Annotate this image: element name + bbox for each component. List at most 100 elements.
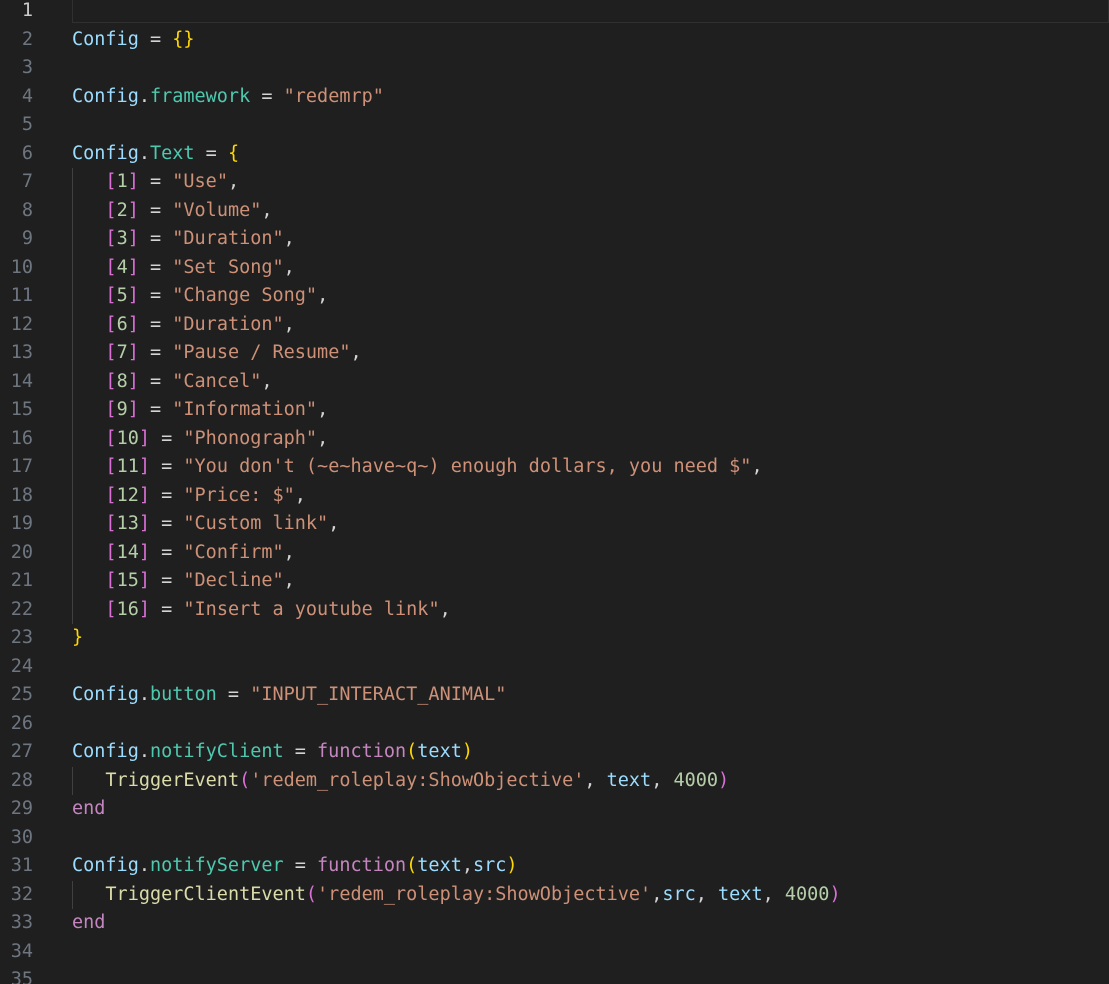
token: ] bbox=[127, 285, 139, 306]
token: = bbox=[250, 85, 284, 107]
code-text: end bbox=[72, 795, 105, 824]
code-text: [1] = "Use", bbox=[72, 168, 239, 197]
code-line[interactable]: 1 bbox=[0, 0, 1109, 26]
line-number: 22 bbox=[10, 598, 33, 620]
token: "Change Song" bbox=[172, 285, 318, 306]
token: [ bbox=[105, 427, 117, 449]
token: ] bbox=[138, 570, 150, 591]
line-number: 21 bbox=[10, 570, 33, 591]
code-line[interactable]: 15 [9] = "Information", bbox=[0, 396, 1109, 425]
token: {} bbox=[172, 28, 195, 50]
token: "Insert a youtube link" bbox=[183, 598, 440, 620]
token: [ bbox=[105, 228, 117, 249]
code-line[interactable]: 30 bbox=[0, 824, 1109, 853]
code-line[interactable]: 27 Config.notifyClient = function(text) bbox=[0, 738, 1109, 767]
code-line[interactable]: 9 [3] = "Duration", bbox=[0, 225, 1109, 254]
code-line[interactable]: 22 [16] = "Insert a youtube link", bbox=[0, 596, 1109, 625]
code-line[interactable]: 17 [11] = "You don't (~e~have~q~) enough… bbox=[0, 453, 1109, 482]
line-number: 28 bbox=[10, 769, 33, 791]
token: text bbox=[417, 855, 462, 876]
code-line[interactable]: 20 [14] = "Confirm", bbox=[0, 539, 1109, 568]
code-text: TriggerClientEvent('redem_roleplay:ShowO… bbox=[72, 881, 841, 910]
token: , bbox=[227, 171, 240, 192]
code-line[interactable]: 10 [4] = "Set Song", bbox=[0, 254, 1109, 283]
token: "Confirm" bbox=[183, 541, 284, 563]
token: [ bbox=[105, 199, 117, 221]
token: src bbox=[662, 883, 696, 905]
line-number: 3 bbox=[21, 57, 33, 78]
code-line[interactable]: 33 end bbox=[0, 909, 1109, 938]
code-text: Config.button = "INPUT_INTERACT_ANIMAL" bbox=[72, 681, 506, 710]
code-line[interactable]: 26 bbox=[0, 710, 1109, 739]
token: 3 bbox=[116, 228, 128, 249]
code-line[interactable]: 23} bbox=[0, 624, 1109, 653]
token: 13 bbox=[116, 513, 139, 534]
code-line[interactable]: 12 [6] = "Duration", bbox=[0, 311, 1109, 340]
code-line[interactable]: 24 bbox=[0, 653, 1109, 682]
token: "Cancel" bbox=[172, 370, 262, 392]
code-line[interactable]: 25 Config.button = "INPUT_INTERACT_ANIMAL… bbox=[0, 681, 1109, 710]
code-line[interactable]: 34 bbox=[0, 938, 1109, 967]
code-line[interactable]: 14 [8] = "Cancel", bbox=[0, 368, 1109, 397]
code-line[interactable]: 13 [7] = "Pause / Resume", bbox=[0, 339, 1109, 368]
line-number: 35 bbox=[10, 969, 33, 984]
code-line[interactable]: 21 [15] = "Decline", bbox=[0, 567, 1109, 596]
token: [ bbox=[105, 370, 117, 392]
token: ] bbox=[138, 598, 150, 620]
token: Text bbox=[149, 142, 195, 164]
token: framework bbox=[149, 85, 251, 107]
code-line[interactable]: 28 TriggerEvent('redem_roleplay:ShowObje… bbox=[0, 767, 1109, 796]
code-line[interactable]: 11 [5] = "Change Song", bbox=[0, 282, 1109, 311]
code-line[interactable]: 35 bbox=[0, 966, 1109, 984]
token: [ bbox=[105, 598, 117, 620]
token: "INPUT_INTERACT_ANIMAL" bbox=[250, 684, 507, 705]
token: , bbox=[283, 570, 295, 591]
code-line[interactable]: 2 Config = {} bbox=[0, 26, 1109, 55]
code-line[interactable]: 4 Config.framework = "redemrp" bbox=[0, 83, 1109, 112]
code-text: Config.Text = { bbox=[72, 140, 239, 169]
token: "Information" bbox=[172, 399, 318, 420]
code-line[interactable]: 31 Config.notifyServer = function(text,sr… bbox=[0, 852, 1109, 881]
token: , bbox=[328, 513, 340, 534]
token: , bbox=[651, 769, 674, 791]
code-line[interactable]: 29 end bbox=[0, 795, 1109, 824]
code-line[interactable]: 5 bbox=[0, 111, 1109, 140]
token: 10 bbox=[116, 427, 139, 449]
line-number: 5 bbox=[21, 114, 33, 135]
code-line[interactable]: 3 bbox=[0, 54, 1109, 83]
token: , bbox=[350, 342, 362, 363]
line-number: 12 bbox=[10, 313, 33, 335]
token: ( bbox=[406, 855, 418, 876]
code-line[interactable]: 32 TriggerClientEvent('redem_roleplay:Sh… bbox=[0, 881, 1109, 910]
token: = bbox=[138, 342, 173, 363]
token: = bbox=[149, 484, 184, 506]
line-number: 6 bbox=[21, 142, 33, 164]
code-line[interactable]: 19 [13] = "Custom link", bbox=[0, 510, 1109, 539]
code-line[interactable]: 8 [2] = "Volume", bbox=[0, 197, 1109, 226]
line-number: 20 bbox=[10, 541, 33, 563]
line-number: 29 bbox=[10, 798, 33, 819]
code-line[interactable]: 6 Config.Text = { bbox=[0, 140, 1109, 169]
token: ] bbox=[127, 313, 139, 335]
token: TriggerClientEvent bbox=[105, 883, 306, 905]
code-line[interactable]: 7 [1] = "Use", bbox=[0, 168, 1109, 197]
token: , bbox=[283, 256, 295, 278]
line-number: 23 bbox=[10, 627, 33, 648]
token: Config bbox=[72, 28, 139, 50]
code-line[interactable]: 16 [10] = "Phonograph", bbox=[0, 425, 1109, 454]
token: ) bbox=[506, 855, 518, 876]
token: . bbox=[138, 855, 150, 876]
code-text: end bbox=[72, 909, 105, 938]
code-line[interactable]: 18 [12] = "Price: $", bbox=[0, 482, 1109, 511]
code-editor[interactable]: 1 2 Config = {} 3 4 Config.framework = "redem… bbox=[0, 0, 1109, 984]
token: = bbox=[149, 427, 184, 449]
token: [ bbox=[105, 484, 117, 506]
token: { bbox=[227, 142, 240, 164]
token: ) bbox=[829, 883, 841, 905]
token: end bbox=[72, 912, 106, 933]
line-number: 25 bbox=[10, 684, 33, 705]
